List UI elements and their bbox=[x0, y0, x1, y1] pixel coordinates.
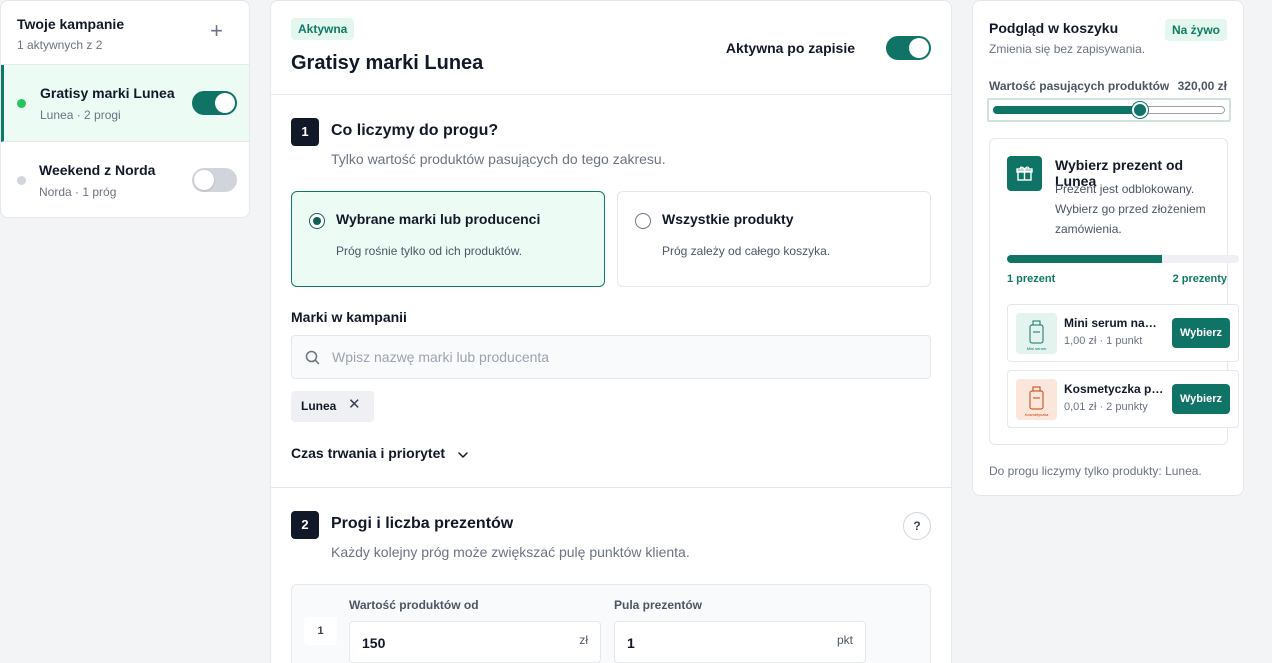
option-selected-brands[interactable]: Wybrane marki lub producenci Próg rośnie… bbox=[291, 191, 605, 287]
tier-row: 1 Wartość produktów od 150 zł Pula preze… bbox=[291, 584, 931, 663]
slider-fill bbox=[993, 106, 1141, 114]
brand-search-box bbox=[291, 335, 931, 379]
gift-progress-right-label: 2 prezenty bbox=[1172, 273, 1227, 285]
preview-subtitle: Zmienia się bez zapisywania. bbox=[989, 42, 1146, 56]
thumbnail-caption: Kosmetyczka bbox=[1024, 412, 1049, 417]
brand-search-input[interactable] bbox=[332, 336, 912, 378]
tier-value: 150 bbox=[362, 635, 386, 651]
campaign-name: Gratisy marki Lunea bbox=[40, 85, 175, 101]
gift-progress-left-label: 1 prezent bbox=[1007, 273, 1056, 285]
tier-value-unit: zł bbox=[579, 633, 588, 647]
option-label: Wybrane marki lub producenci bbox=[336, 211, 541, 227]
brands-label: Marki w kampanii bbox=[291, 309, 407, 325]
campaign-item-norda[interactable]: Weekend z Norda Norda · 1 próg bbox=[1, 142, 249, 217]
status-dot bbox=[17, 99, 26, 108]
brand-chip: Lunea ✕ bbox=[291, 391, 374, 422]
divider bbox=[271, 94, 951, 95]
gift-description: Prezent jest odblokowany. Wybierz go prz… bbox=[1055, 182, 1206, 236]
duration-priority-toggle[interactable]: Czas trwania i priorytet bbox=[291, 445, 468, 461]
campaign-meta: Lunea · 2 progi bbox=[40, 108, 121, 122]
choose-product-button[interactable]: Wybierz bbox=[1172, 318, 1230, 348]
tier-index: 1 bbox=[304, 617, 337, 645]
product-name: Kosmetyczka podróżna bbox=[1064, 382, 1164, 396]
brand-chip-label: Lunea bbox=[301, 399, 337, 413]
option-description: Próg zależy od całego koszyka. bbox=[662, 244, 831, 258]
active-after-save-toggle[interactable] bbox=[886, 36, 931, 60]
step-number: 1 bbox=[291, 118, 319, 146]
search-icon bbox=[305, 350, 320, 370]
campaign-meta: Norda · 1 próg bbox=[39, 185, 117, 199]
preview-footer: Do progu liczymy tylko produkty: Lunea. bbox=[989, 464, 1202, 478]
close-icon[interactable]: ✕ bbox=[348, 397, 361, 413]
campaign-sidebar: Twoje kampanie 1 aktywnych z 2 + Gratisy… bbox=[0, 0, 250, 218]
campaign-toggle-norda[interactable] bbox=[192, 168, 237, 192]
gift-product: Mini serum Mini serum nawilżające 1,00 z… bbox=[1007, 304, 1239, 362]
sidebar-header: Twoje kampanie 1 aktywnych z 2 + bbox=[1, 1, 249, 65]
campaign-name: Weekend z Norda bbox=[39, 162, 156, 178]
tier-pool-input[interactable]: 1 pkt bbox=[614, 621, 866, 663]
bottle-icon bbox=[1029, 320, 1044, 344]
product-thumbnail: Kosmetyczka bbox=[1016, 379, 1057, 420]
active-after-save-label: Aktywna po zapisie bbox=[725, 40, 855, 56]
step-title: Co liczymy do progu? bbox=[331, 122, 499, 139]
tier-pool: 1 bbox=[627, 635, 635, 651]
cart-value-label: Wartość pasujących produktów bbox=[989, 79, 1170, 93]
cart-value-slider[interactable] bbox=[987, 98, 1231, 122]
step-description: Każdy kolejny próg może zwiększać pulę p… bbox=[331, 544, 690, 560]
help-icon[interactable]: ? bbox=[903, 512, 931, 540]
page-title: Gratisy marki Lunea bbox=[291, 52, 484, 74]
gift-product: Kosmetyczka Kosmetyczka podróżna 0,01 zł… bbox=[1007, 370, 1239, 428]
gift-progress-fill bbox=[1007, 255, 1163, 263]
campaign-editor: Aktywna Gratisy marki Lunea Aktywna po z… bbox=[270, 0, 952, 663]
step-number: 2 bbox=[291, 511, 319, 539]
gift-card: Wybierz prezent od Lunea Prezent jest od… bbox=[989, 138, 1239, 445]
radio-button[interactable] bbox=[309, 213, 325, 229]
product-name: Mini serum nawilżające bbox=[1064, 316, 1164, 330]
campaign-item-lunea[interactable]: Gratisy marki Lunea Lunea · 2 progi bbox=[1, 65, 249, 142]
live-badge: Na żywo bbox=[1164, 19, 1227, 41]
add-campaign-button[interactable]: + bbox=[210, 20, 223, 42]
gift-progress-bar bbox=[1007, 255, 1239, 263]
option-label: Wszystkie produkty bbox=[662, 211, 794, 227]
product-meta: 1,00 zł · 1 punkt bbox=[1064, 335, 1143, 347]
slider-thumb[interactable] bbox=[1132, 102, 1149, 118]
option-description: Próg rośnie tylko od ich produktów. bbox=[336, 244, 523, 258]
divider bbox=[271, 487, 951, 488]
tier-value-input[interactable]: 150 zł bbox=[349, 621, 601, 663]
duration-label: Czas trwania i priorytet bbox=[291, 445, 446, 461]
tier-value-label: Wartość produktów od bbox=[349, 598, 479, 612]
chevron-down-icon bbox=[457, 448, 469, 464]
cart-preview: Podgląd w koszyku Na żywo Zmienia się be… bbox=[972, 0, 1244, 496]
campaign-toggle-lunea[interactable] bbox=[192, 91, 237, 115]
gift-icon bbox=[1007, 156, 1042, 191]
tier-pool-unit: pkt bbox=[836, 633, 853, 647]
step-description: Tylko wartość produktów pasujących do te… bbox=[331, 151, 666, 167]
thumbnail-caption: Mini serum bbox=[1026, 346, 1047, 351]
cart-value-amount: 320,00 zł bbox=[1177, 79, 1227, 93]
bottle-icon bbox=[1029, 386, 1044, 410]
option-all-products[interactable]: Wszystkie produkty Próg zależy od całego… bbox=[617, 191, 931, 287]
status-badge: Aktywna bbox=[291, 18, 355, 40]
sidebar-title: Twoje kampanie bbox=[17, 16, 125, 32]
step-title: Progi i liczba prezentów bbox=[331, 515, 514, 532]
status-dot bbox=[17, 176, 26, 185]
tier-pool-label: Pula prezentów bbox=[614, 598, 703, 612]
radio-button[interactable] bbox=[635, 213, 651, 229]
product-meta: 0,01 zł · 2 punkty bbox=[1064, 401, 1148, 413]
product-thumbnail: Mini serum bbox=[1016, 313, 1057, 354]
choose-product-button[interactable]: Wybierz bbox=[1172, 384, 1230, 414]
preview-title: Podgląd w koszyku bbox=[989, 20, 1119, 36]
sidebar-subtitle: 1 aktywnych z 2 bbox=[17, 38, 103, 52]
